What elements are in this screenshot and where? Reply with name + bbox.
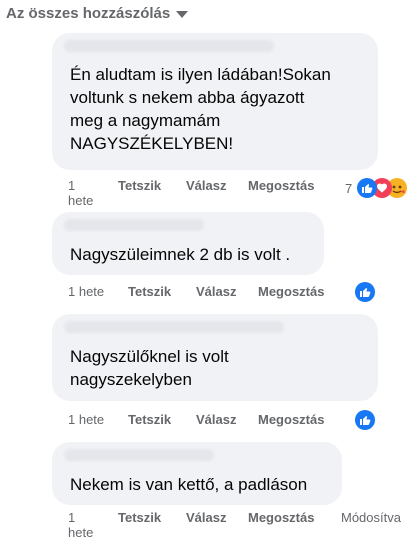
sort-label: Az összes hozzászólás bbox=[6, 4, 171, 22]
like-button[interactable]: Tetszik bbox=[118, 510, 161, 526]
reply-button[interactable]: Válasz bbox=[196, 284, 236, 300]
edited-label[interactable]: Módosítva bbox=[341, 510, 401, 526]
comment-bubble: Nagyszülőknel is volt nagyszekelyben bbox=[52, 314, 378, 401]
like-icon[interactable] bbox=[355, 282, 375, 302]
timestamp[interactable]: hete bbox=[68, 525, 93, 541]
share-button[interactable]: Megosztás bbox=[248, 178, 314, 194]
comment-text: Nagyszüleimnek 2 db is volt . bbox=[70, 245, 291, 264]
comment-text: Nekem is van kettő, a padláson bbox=[70, 475, 308, 494]
author-name-redacted[interactable] bbox=[64, 40, 274, 52]
timestamp[interactable]: hete bbox=[68, 193, 93, 209]
like-button[interactable]: Tetszik bbox=[128, 412, 171, 428]
like-icon[interactable] bbox=[355, 410, 375, 430]
comment-bubble: Nagyszüleimnek 2 db is volt . bbox=[52, 212, 324, 275]
comment-text: Nagyszülőknel is volt nagyszekelyben bbox=[70, 347, 229, 389]
reaction-count: 7 bbox=[345, 181, 353, 196]
timestamp[interactable]: 1 bbox=[68, 178, 75, 194]
author-name-redacted[interactable] bbox=[64, 219, 204, 231]
share-button[interactable]: Megosztás bbox=[258, 284, 324, 300]
like-icon bbox=[357, 178, 377, 198]
comment-text: Én aludtam is ilyen ládában!Sokan voltun… bbox=[70, 65, 331, 153]
share-button[interactable]: Megosztás bbox=[248, 510, 314, 526]
comment-sort-dropdown[interactable]: Az összes hozzászólás bbox=[6, 2, 189, 24]
reply-button[interactable]: Válasz bbox=[186, 178, 226, 194]
author-name-redacted[interactable] bbox=[64, 321, 284, 333]
share-button[interactable]: Megosztás bbox=[258, 412, 324, 428]
reply-button[interactable]: Válasz bbox=[186, 510, 226, 526]
timestamp[interactable]: 1 hete bbox=[68, 284, 104, 300]
caret-down-icon bbox=[176, 10, 189, 18]
reply-button[interactable]: Válasz bbox=[196, 412, 236, 428]
timestamp[interactable]: 1 hete bbox=[68, 412, 104, 428]
like-button[interactable]: Tetszik bbox=[118, 178, 161, 194]
author-name-redacted[interactable] bbox=[64, 449, 214, 461]
timestamp[interactable]: 1 bbox=[68, 510, 75, 526]
comment-bubble: Én aludtam is ilyen ládában!Sokan voltun… bbox=[52, 33, 378, 170]
comment-bubble: Nekem is van kettő, a padláson bbox=[52, 442, 342, 505]
like-button[interactable]: Tetszik bbox=[128, 284, 171, 300]
